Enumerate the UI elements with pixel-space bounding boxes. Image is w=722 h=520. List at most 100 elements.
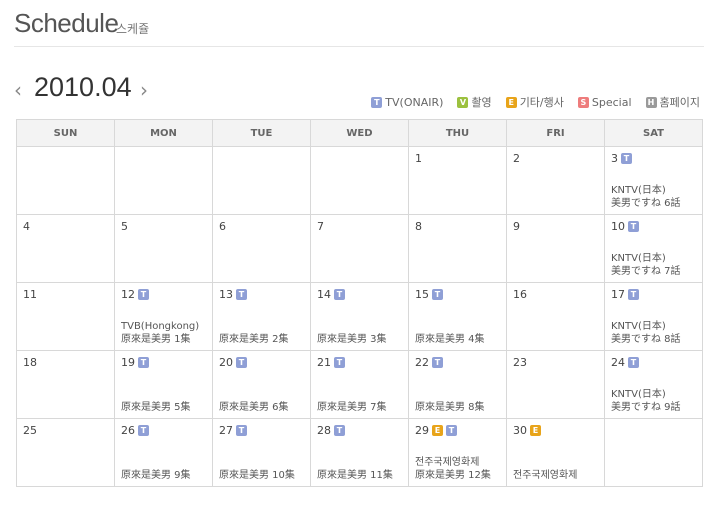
- day-header: 25: [23, 424, 37, 437]
- event-text[interactable]: KNTV(日本): [611, 388, 700, 401]
- calendar-day-cell[interactable]: 2: [506, 146, 605, 215]
- event-text[interactable]: KNTV(日本): [611, 184, 700, 197]
- calendar-day-cell[interactable]: 5: [114, 214, 213, 283]
- event-text[interactable]: KNTV(日本): [611, 320, 700, 333]
- calendar-day-cell[interactable]: 6: [212, 214, 311, 283]
- day-header: 23: [513, 356, 527, 369]
- day-number: 23: [513, 356, 527, 369]
- calendar-day-cell[interactable]: 18: [16, 350, 115, 419]
- next-month-icon[interactable]: ›: [140, 78, 148, 102]
- event-list: KNTV(日本) 美男ですね 7話: [611, 252, 700, 278]
- category-badge-icon: E: [432, 425, 443, 436]
- event-text[interactable]: 原來是美男 9集: [121, 469, 210, 482]
- calendar-day-cell[interactable]: 13 T 原來是美男 2集: [212, 282, 311, 351]
- event-text[interactable]: 原來是美男 12集: [415, 469, 504, 482]
- event-list: KNTV(日本) 美男ですね 8話: [611, 320, 700, 346]
- calendar-day-cell[interactable]: 12 T TVB(Hongkong) 原來是美男 1集: [114, 282, 213, 351]
- day-number: 3: [611, 152, 618, 165]
- calendar-day-cell[interactable]: 3 T KNTV(日本) 美男ですね 6話: [604, 146, 703, 215]
- calendar-day-cell[interactable]: 24 T KNTV(日本) 美男ですね 9話: [604, 350, 703, 419]
- event-text[interactable]: 原來是美男 4集: [415, 333, 504, 346]
- category-badge-icon: T: [432, 357, 443, 368]
- event-text[interactable]: KNTV(日本): [611, 252, 700, 265]
- event-text[interactable]: 美男ですね 6話: [611, 197, 700, 210]
- event-text[interactable]: 原來是美男 11集: [317, 469, 406, 482]
- calendar-day-cell[interactable]: 4: [16, 214, 115, 283]
- calendar-day-cell[interactable]: 7: [310, 214, 409, 283]
- legend-item: S Special: [577, 94, 632, 110]
- event-list: 原來是美男 3集: [317, 333, 406, 346]
- calendar-empty-cell: [114, 146, 213, 215]
- day-header: 28 T: [317, 424, 345, 437]
- event-list: KNTV(日本) 美男ですね 6話: [611, 184, 700, 210]
- calendar-day-cell[interactable]: 22 T 原來是美男 8集: [408, 350, 507, 419]
- calendar-day-cell[interactable]: 17 T KNTV(日本) 美男ですね 8話: [604, 282, 703, 351]
- event-text[interactable]: 原來是美男 1集: [121, 333, 210, 346]
- category-badge-icon: T: [236, 357, 247, 368]
- category-badge-icon: E: [505, 96, 517, 108]
- event-text[interactable]: TVB(Hongkong): [121, 320, 210, 333]
- calendar-day-cell[interactable]: 11: [16, 282, 115, 351]
- calendar-day-cell[interactable]: 16: [506, 282, 605, 351]
- event-text[interactable]: 原來是美男 3集: [317, 333, 406, 346]
- calendar-day-cell[interactable]: 14 T 原來是美男 3集: [310, 282, 409, 351]
- day-number: 13: [219, 288, 233, 301]
- event-text[interactable]: 原來是美男 10集: [219, 469, 308, 482]
- calendar-day-cell[interactable]: 19 T 原來是美男 5集: [114, 350, 213, 419]
- weekday-header: TUE: [212, 119, 311, 147]
- event-text[interactable]: 原來是美男 6集: [219, 401, 308, 414]
- day-number: 24: [611, 356, 625, 369]
- day-header: 14 T: [317, 288, 345, 301]
- event-list: KNTV(日本) 美男ですね 9話: [611, 388, 700, 414]
- event-text[interactable]: 美男ですね 8話: [611, 333, 700, 346]
- event-text[interactable]: 原來是美男 8集: [415, 401, 504, 414]
- calendar-day-cell[interactable]: 8: [408, 214, 507, 283]
- day-number: 22: [415, 356, 429, 369]
- category-badge-icon: H: [645, 96, 657, 108]
- day-number: 10: [611, 220, 625, 233]
- event-text[interactable]: 전주국제영화제: [513, 469, 602, 482]
- day-header: 29 E T: [415, 424, 457, 437]
- weekday-header: FRI: [506, 119, 605, 147]
- prev-month-icon[interactable]: ‹: [14, 78, 22, 102]
- calendar-week-row: 25 26 T 原來是美男 9集 27 T 原來是美男 10集 28 T 原來是美男 11集 29 E…: [16, 418, 703, 487]
- day-number: 2: [513, 152, 520, 165]
- event-text[interactable]: 原來是美男 7集: [317, 401, 406, 414]
- calendar-day-cell[interactable]: 29 E T 전주국제영화제 原來是美男 12集: [408, 418, 507, 487]
- weekday-header: SUN: [16, 119, 115, 147]
- event-text[interactable]: 美男ですね 7話: [611, 265, 700, 278]
- category-badge-icon: T: [334, 357, 345, 368]
- category-badge-icon: T: [628, 221, 639, 232]
- calendar-day-cell[interactable]: 10 T KNTV(日本) 美男ですね 7話: [604, 214, 703, 283]
- event-text[interactable]: 原來是美男 5集: [121, 401, 210, 414]
- event-list: 原來是美男 8集: [415, 401, 504, 414]
- calendar-day-cell[interactable]: 15 T 原來是美男 4集: [408, 282, 507, 351]
- event-text[interactable]: 美男ですね 9話: [611, 401, 700, 414]
- calendar-day-cell[interactable]: 25: [16, 418, 115, 487]
- day-number: 16: [513, 288, 527, 301]
- legend-item: H 홈페이지: [645, 94, 700, 110]
- event-text[interactable]: 전주국제영화제: [415, 456, 504, 469]
- event-list: 전주국제영화제: [513, 469, 602, 482]
- event-list: 原來是美男 7集: [317, 401, 406, 414]
- calendar-day-cell[interactable]: 28 T 原來是美男 11集: [310, 418, 409, 487]
- calendar-day-cell[interactable]: 26 T 原來是美男 9集: [114, 418, 213, 487]
- event-text[interactable]: 原來是美男 2集: [219, 333, 308, 346]
- day-header: 21 T: [317, 356, 345, 369]
- page-title: Schedule: [14, 8, 119, 38]
- calendar-day-cell[interactable]: 27 T 原來是美男 10集: [212, 418, 311, 487]
- calendar-day-cell[interactable]: 21 T 原來是美男 7集: [310, 350, 409, 419]
- calendar-day-cell[interactable]: 9: [506, 214, 605, 283]
- category-badge-icon: T: [371, 96, 383, 108]
- legend-item: V 촬영: [457, 94, 492, 110]
- calendar-day-cell[interactable]: 20 T 原來是美男 6集: [212, 350, 311, 419]
- category-badge-icon: T: [236, 425, 247, 436]
- day-header: 12 T: [121, 288, 149, 301]
- calendar-day-cell[interactable]: 23: [506, 350, 605, 419]
- event-list: 原來是美男 6集: [219, 401, 308, 414]
- calendar-day-cell[interactable]: 1: [408, 146, 507, 215]
- legend-label: TV(ONAIR): [385, 95, 444, 109]
- calendar-day-cell[interactable]: 30 E 전주국제영화제: [506, 418, 605, 487]
- day-header: 17 T: [611, 288, 639, 301]
- day-header: 27 T: [219, 424, 247, 437]
